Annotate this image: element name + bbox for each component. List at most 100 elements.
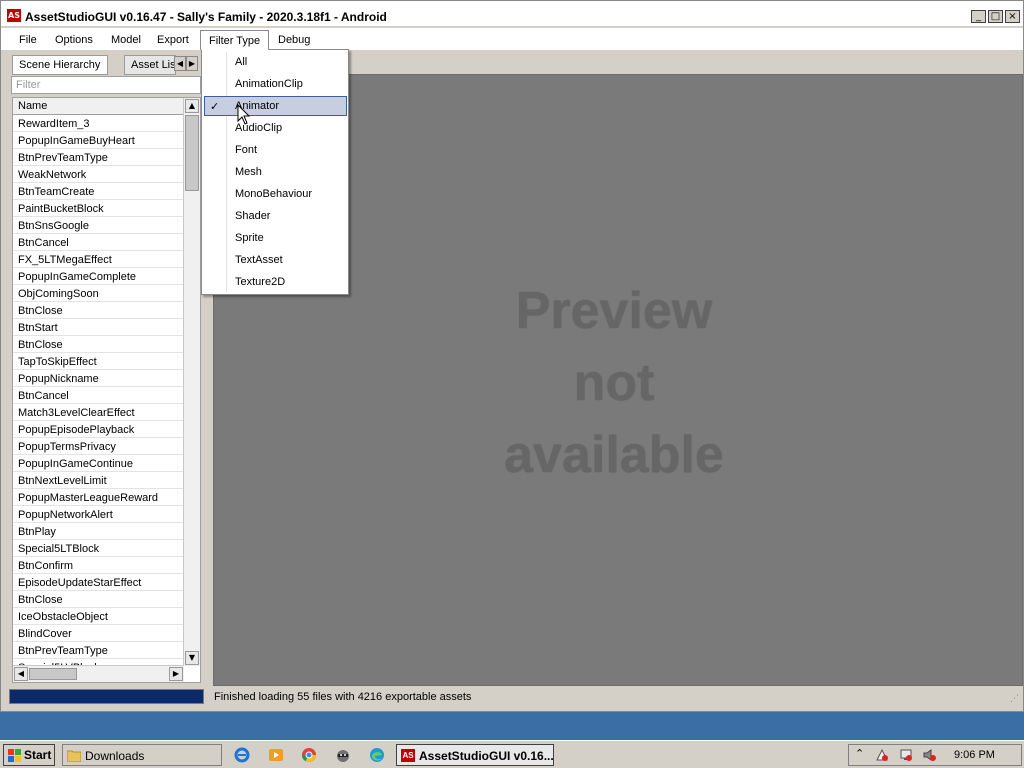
scroll-up-icon[interactable]: ▲ — [185, 99, 199, 113]
filter-option-font[interactable]: Font — [204, 140, 347, 160]
list-item[interactable]: PopupInGameContinue — [13, 455, 184, 472]
filter-option-animationclip[interactable]: AnimationClip — [204, 74, 347, 94]
filter-option-texture2d[interactable]: Texture2D — [204, 272, 347, 292]
tab-scene-hierarchy[interactable]: Scene Hierarchy — [12, 55, 108, 75]
start-label: Start — [24, 748, 52, 762]
list-item[interactable]: BtnPlay — [13, 523, 184, 540]
list-item[interactable]: FX_5LTMegaEffect — [13, 251, 184, 268]
list-item[interactable]: Match3LevelClearEffect — [13, 404, 184, 421]
list-item[interactable]: PopupTermsPrivacy — [13, 438, 184, 455]
taskbar-downloads[interactable]: Downloads — [62, 744, 222, 766]
list-item[interactable]: PaintBucketBlock — [13, 200, 184, 217]
minimize-button[interactable]: _ — [971, 10, 986, 23]
window-title: AssetStudioGUI v0.16.47 - Sally's Family… — [25, 10, 387, 24]
menu-export[interactable]: Export — [149, 30, 197, 50]
list-item[interactable]: IceObstacleObject — [13, 608, 184, 625]
list-item[interactable]: PopupEpisodePlayback — [13, 421, 184, 438]
filter-input[interactable]: Filter — [11, 76, 201, 94]
list-item[interactable]: PopupNickname — [13, 370, 184, 387]
status-text: Finished loading 55 files with 4216 expo… — [214, 691, 472, 703]
list-item[interactable]: BtnCancel — [13, 387, 184, 404]
action-center-icon[interactable] — [875, 748, 889, 762]
list-item[interactable]: RewardItem_3 — [13, 115, 184, 132]
list-item[interactable]: BtnPrevTeamType — [13, 642, 184, 659]
list-item[interactable]: BtnClose — [13, 591, 184, 608]
title-bar[interactable]: AS AssetStudioGUI v0.16.47 - Sally's Fam… — [1, 1, 1023, 27]
filter-option-label: TextAsset — [235, 254, 283, 266]
hscroll-thumb[interactable] — [29, 668, 77, 680]
volume-muted-icon[interactable] — [923, 748, 937, 762]
menu-model[interactable]: Model — [103, 30, 149, 50]
list-item[interactable]: BtnNextLevelLimit — [13, 472, 184, 489]
list-item[interactable]: BtnTeamCreate — [13, 183, 184, 200]
tab-scroll-arrows: ◀ ▶ — [174, 56, 198, 71]
media-player-icon[interactable] — [268, 747, 284, 763]
maximize-button[interactable]: □ — [988, 10, 1003, 23]
progress-fill — [10, 690, 203, 703]
clock[interactable]: 9:06 PM — [954, 749, 995, 761]
ie-icon[interactable] — [234, 747, 250, 763]
list-item[interactable]: PopupInGameComplete — [13, 268, 184, 285]
filter-option-audioclip[interactable]: AudioClip — [204, 118, 347, 138]
taskbar-downloads-label: Downloads — [85, 749, 145, 763]
filter-option-animator[interactable]: ✓ Animator — [204, 96, 347, 116]
list-item[interactable]: EpisodeUpdateStarEffect — [13, 574, 184, 591]
taskbar: Start Downloads AS AssetStudioGUI v0.16.… — [0, 740, 1024, 768]
menu-file[interactable]: File — [11, 30, 45, 50]
chrome-icon[interactable] — [301, 747, 317, 763]
list-item[interactable]: BtnStart — [13, 319, 184, 336]
list-item[interactable]: PopupMasterLeagueReward — [13, 489, 184, 506]
scroll-down-icon[interactable]: ▼ — [185, 651, 199, 665]
list-item[interactable]: WeakNetwork — [13, 166, 184, 183]
resize-grip-icon[interactable]: ⋰ — [1010, 694, 1020, 704]
list-item[interactable]: BtnCancel — [13, 234, 184, 251]
status-bar: Finished loading 55 files with 4216 expo… — [209, 688, 1023, 708]
filter-option-label: Sprite — [235, 232, 264, 244]
scroll-thumb[interactable] — [185, 115, 199, 191]
menu-debug[interactable]: Debug — [270, 30, 318, 50]
menu-bar: File Options Model Export Filter Type De… — [1, 28, 1023, 50]
list-item[interactable]: BtnConfirm — [13, 557, 184, 574]
preview-line-2: not — [573, 354, 655, 412]
list-item[interactable]: BtnPrevTeamType — [13, 149, 184, 166]
tab-scroll-right-icon[interactable]: ▶ — [186, 56, 198, 71]
filter-option-monobehaviour[interactable]: MonoBehaviour — [204, 184, 347, 204]
taskbar-assetstudio-label: AssetStudioGUI v0.16... — [419, 749, 554, 763]
filter-option-label: Font — [235, 144, 258, 156]
raccoon-app-icon[interactable] — [335, 747, 351, 763]
menu-options[interactable]: Options — [47, 30, 101, 50]
close-button[interactable]: × — [1005, 10, 1020, 23]
tab-strip: Scene Hierarchy Asset List ◀ ▶ — [8, 53, 204, 75]
horizontal-scrollbar[interactable]: ◀ ▶ — [13, 665, 184, 682]
list-item[interactable]: TapToSkipEffect — [13, 353, 184, 370]
filter-option-sprite[interactable]: Sprite — [204, 228, 347, 248]
scroll-left-icon[interactable]: ◀ — [14, 667, 28, 681]
list-rows: RewardItem_3 PopupInGameBuyHeart BtnPrevTe… — [13, 115, 184, 676]
filter-option-shader[interactable]: Shader — [204, 206, 347, 226]
tab-asset-list[interactable]: Asset List — [124, 55, 176, 75]
filter-option-textasset[interactable]: TextAsset — [204, 250, 347, 270]
tab-scroll-left-icon[interactable]: ◀ — [174, 56, 186, 71]
windows-logo-icon — [8, 749, 21, 762]
filter-option-all[interactable]: All — [204, 52, 347, 72]
scroll-right-icon[interactable]: ▶ — [169, 667, 183, 681]
list-item[interactable]: BtnClose — [13, 336, 184, 353]
folder-icon — [67, 750, 81, 762]
list-item[interactable]: BlindCover — [13, 625, 184, 642]
tray-expand-icon[interactable]: ⌃ — [855, 747, 864, 760]
edge-icon[interactable] — [369, 747, 385, 763]
list-item[interactable]: PopupInGameBuyHeart — [13, 132, 184, 149]
network-icon[interactable] — [899, 748, 913, 762]
vertical-scrollbar[interactable]: ▲ ▼ — [183, 98, 200, 666]
list-item[interactable]: BtnSnsGoogle — [13, 217, 184, 234]
preview-message: Preview not available — [214, 275, 1014, 491]
list-item[interactable]: BtnClose — [13, 302, 184, 319]
column-header-name[interactable]: Name — [13, 98, 184, 115]
list-item[interactable]: ObjComingSoon — [13, 285, 184, 302]
start-button[interactable]: Start — [3, 744, 55, 766]
menu-filter-type[interactable]: Filter Type — [200, 30, 270, 50]
filter-option-mesh[interactable]: Mesh — [204, 162, 347, 182]
list-item[interactable]: PopupNetworkAlert — [13, 506, 184, 523]
taskbar-assetstudio[interactable]: AS AssetStudioGUI v0.16... — [396, 744, 554, 766]
list-item[interactable]: Special5LTBlock — [13, 540, 184, 557]
